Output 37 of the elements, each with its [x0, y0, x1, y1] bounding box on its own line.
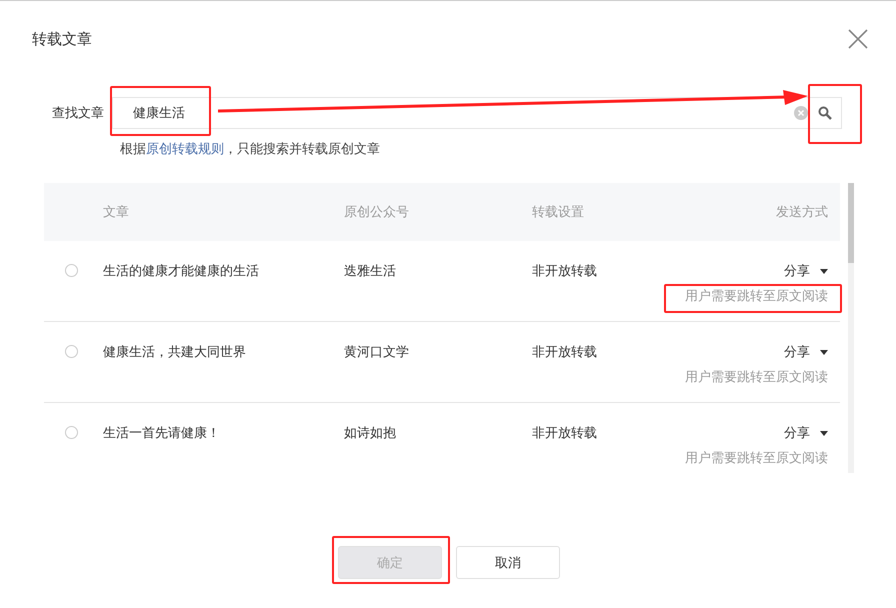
send-note: 用户需要跳转至原文阅读	[685, 288, 828, 305]
cancel-button[interactable]: 取消	[456, 546, 560, 579]
account-name: 黄河口文学	[344, 344, 410, 361]
column-header: 原创公众号	[344, 204, 410, 221]
account-name: 迭雅生活	[344, 263, 397, 280]
send-method-dropdown[interactable]: 分享	[784, 343, 828, 361]
highlight-box	[808, 84, 862, 144]
search-hint: 根据原创转载规则，只能搜索并转载原创文章	[120, 141, 381, 158]
caret-icon	[820, 350, 828, 354]
search-button[interactable]	[808, 97, 842, 129]
radio-button[interactable]	[65, 264, 78, 277]
dialog-title: 转载文章	[32, 30, 92, 48]
article-title: 生活一首先请健康！	[103, 425, 221, 442]
article-title: 健康生活，共建大同世界	[103, 344, 247, 361]
send-method-dropdown[interactable]: 分享	[784, 424, 828, 442]
search-field[interactable]: 健康生活	[112, 97, 808, 129]
repost-setting: 非开放转载	[532, 425, 598, 442]
send-method-dropdown[interactable]: 分享	[784, 262, 828, 280]
article-title: 生活的健康才能健康的生活	[103, 263, 260, 280]
column-header: 文章	[103, 204, 130, 221]
column-header: 发送方式	[776, 204, 828, 221]
caret-icon	[820, 430, 828, 436]
repost-setting: 非开放转载	[532, 263, 598, 280]
send-note: 用户需要跳转至原文阅读	[685, 369, 828, 386]
column-header: 转载设置	[532, 204, 585, 221]
search-icon	[818, 106, 832, 120]
radio-button[interactable]	[65, 426, 78, 439]
radio-button[interactable]	[65, 345, 78, 358]
scrollbar-thumb[interactable]	[848, 183, 854, 263]
search-label: 查找文章	[52, 105, 105, 122]
account-name: 如诗如抱	[344, 425, 397, 442]
caret-icon	[820, 268, 828, 274]
rules-link[interactable]: 原创转载规则	[146, 142, 224, 157]
repost-setting: 非开放转载	[532, 344, 598, 361]
close-icon[interactable]	[848, 29, 868, 49]
send-note: 用户需要跳转至原文阅读	[685, 450, 828, 467]
clear-icon[interactable]	[794, 106, 808, 120]
